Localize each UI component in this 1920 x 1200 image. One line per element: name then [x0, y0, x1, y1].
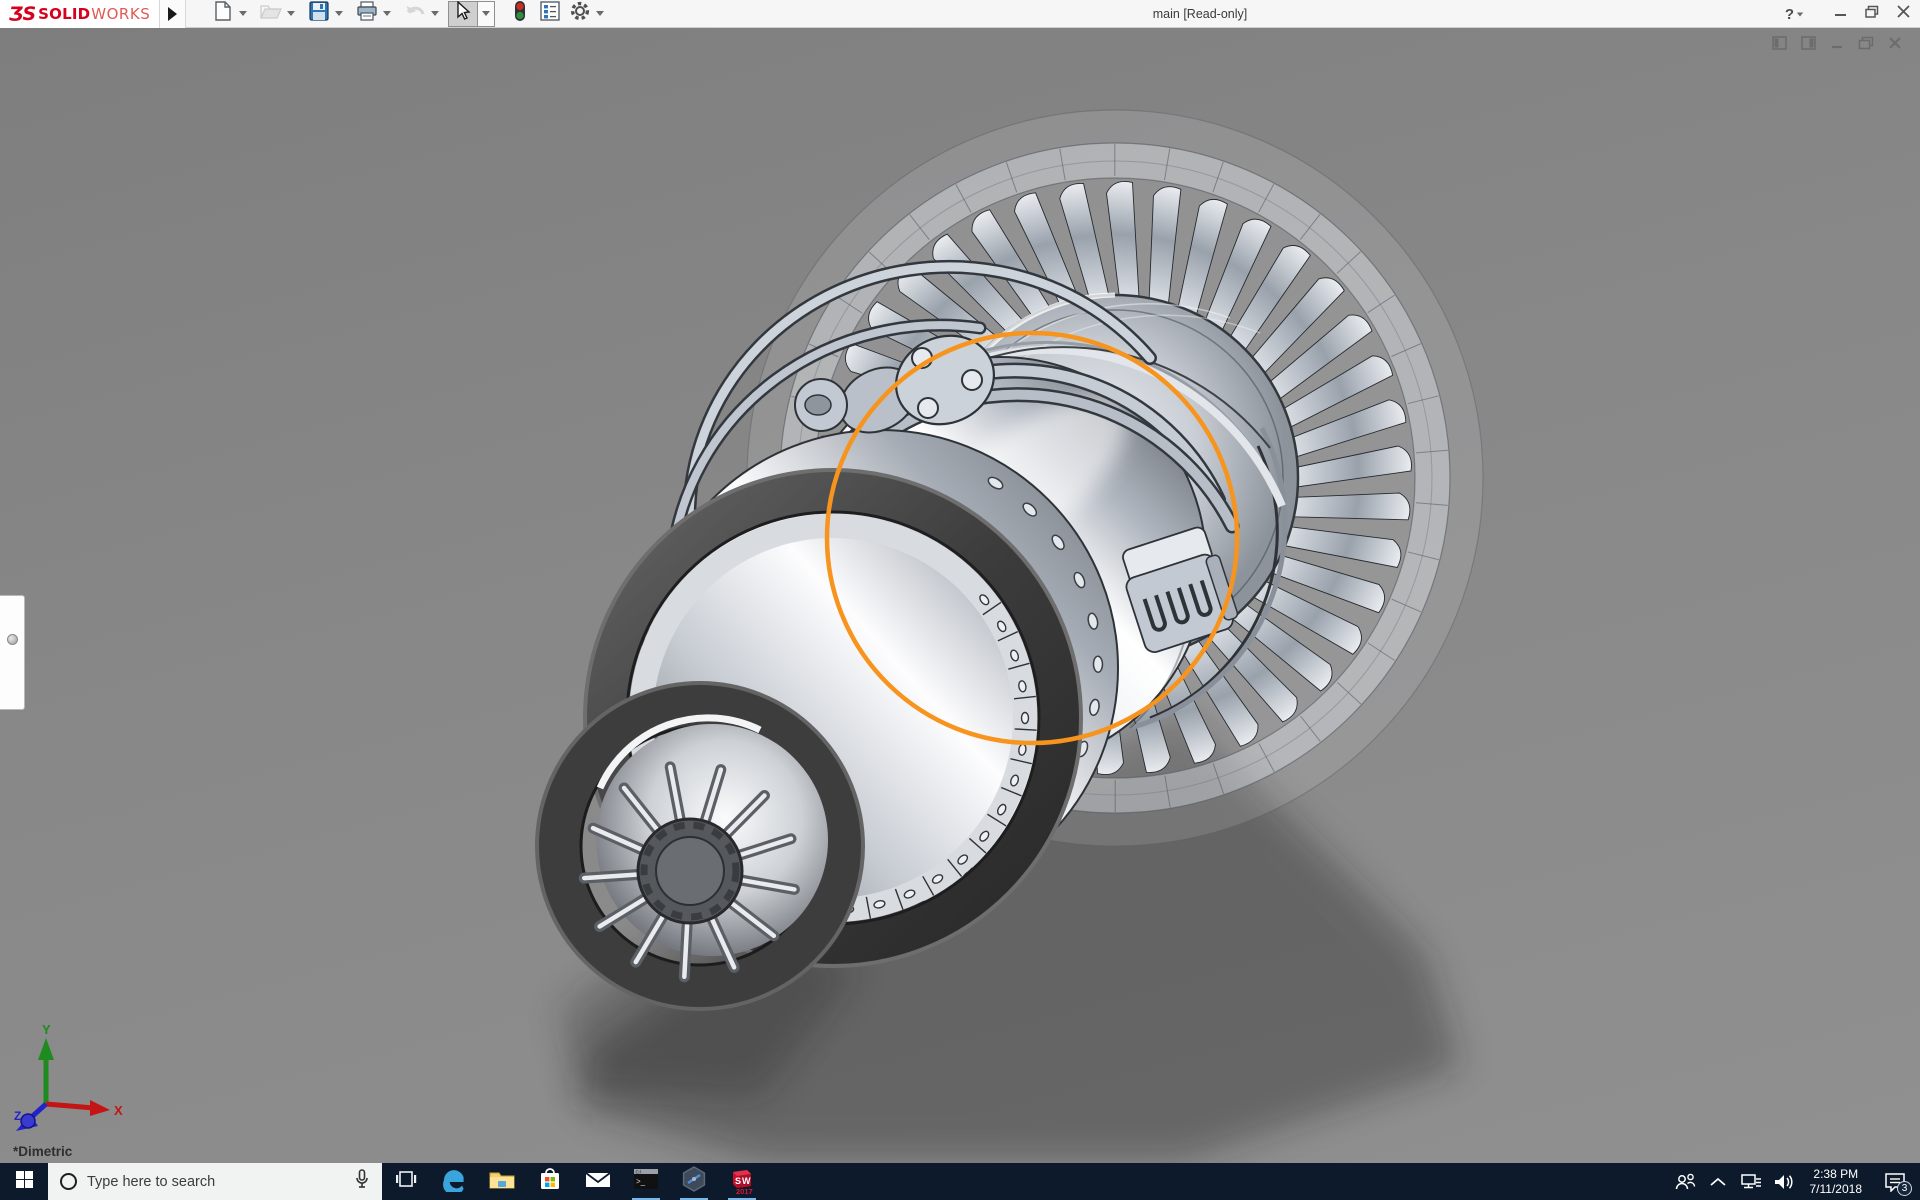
- windows-logo-icon: [16, 1171, 33, 1193]
- command-prompt-icon: C:\_ >_: [633, 1168, 659, 1195]
- svg-text:2017: 2017: [736, 1187, 753, 1195]
- engine-model-canvas[interactable]: [0, 28, 1920, 1163]
- store-button[interactable]: [526, 1163, 574, 1200]
- start-button[interactable]: [0, 1163, 48, 1200]
- svg-text:>_: >_: [636, 1177, 646, 1186]
- clock-date: 7/11/2018: [1810, 1182, 1863, 1197]
- save-button[interactable]: [304, 1, 334, 27]
- save-caret-icon[interactable]: [335, 11, 343, 16]
- main-toolbar: [208, 0, 613, 28]
- dock-left-button[interactable]: [1772, 36, 1787, 55]
- flyout-arrow-icon: [168, 7, 177, 21]
- minimize-button[interactable]: [1834, 5, 1847, 23]
- network-button[interactable]: [1738, 1163, 1765, 1200]
- search-placeholder: Type here to search: [87, 1174, 354, 1190]
- help-caret-icon: [1797, 12, 1803, 16]
- undo-caret-icon[interactable]: [431, 11, 439, 16]
- taskbar-clock[interactable]: 2:38 PM 7/11/2018: [1804, 1167, 1869, 1197]
- print-caret-icon[interactable]: [383, 11, 391, 16]
- select-tool-button[interactable]: [448, 1, 478, 27]
- print-icon: [356, 1, 378, 26]
- open-button[interactable]: [256, 1, 286, 27]
- doc-minimize-button[interactable]: [1830, 36, 1844, 55]
- stoplight-icon: [514, 0, 526, 27]
- new-document-button[interactable]: [208, 1, 238, 27]
- window-controls: [1834, 5, 1910, 23]
- restore-button[interactable]: [1865, 5, 1879, 23]
- triad-z-label: Z: [14, 1109, 21, 1123]
- solidworks-logo: ƷS SOLID WORKS: [0, 0, 160, 28]
- new-document-icon: [214, 1, 232, 26]
- close-button[interactable]: [1897, 5, 1910, 23]
- file-explorer-button[interactable]: [478, 1163, 526, 1200]
- graphics-viewport[interactable]: Y X Z *Dimetric: [0, 28, 1920, 1163]
- windows-taskbar: Type here to search C:\_ >_: [0, 1163, 1920, 1200]
- logo-works-text: WORKS: [91, 5, 150, 23]
- logo-solid-text: SOLID: [38, 5, 90, 23]
- triad-y-label: Y: [42, 1022, 51, 1037]
- undo-button[interactable]: [400, 1, 430, 27]
- edrawings-hexagon-icon: [681, 1166, 707, 1197]
- notification-badge: 3: [1897, 1181, 1912, 1196]
- new-caret-icon[interactable]: [239, 11, 247, 16]
- help-icon: ?: [1785, 6, 1794, 23]
- mail-icon: [585, 1169, 611, 1194]
- collapsed-panel-tab[interactable]: [0, 595, 25, 710]
- task-view-icon: [395, 1170, 417, 1193]
- help-button[interactable]: ?: [1785, 6, 1804, 23]
- select-arrow-icon: [455, 1, 471, 26]
- component-properties-icon: [540, 1, 560, 26]
- command-prompt-button[interactable]: C:\_ >_: [622, 1163, 670, 1200]
- edge-button[interactable]: [430, 1163, 478, 1200]
- titlebar-right: ?: [1785, 0, 1910, 28]
- settings-caret-icon[interactable]: [596, 11, 604, 16]
- open-caret-icon[interactable]: [287, 11, 295, 16]
- select-caret-button[interactable]: [478, 1, 495, 27]
- undo-icon: [404, 2, 426, 25]
- title-bar: ƷS SOLID WORKS: [0, 0, 1920, 28]
- edge-icon: [441, 1166, 467, 1197]
- file-explorer-icon: [489, 1168, 515, 1195]
- dassault-logo-mark: ƷS: [9, 3, 35, 25]
- solidworks-app-icon: SW2017: [729, 1168, 755, 1195]
- edrawings-button[interactable]: [670, 1163, 718, 1200]
- orientation-triad: Y X Z: [6, 1022, 126, 1137]
- cortana-icon: [60, 1173, 77, 1190]
- triad-x-label: X: [114, 1103, 123, 1118]
- select-caret-icon: [482, 11, 490, 16]
- component-properties-button[interactable]: [535, 1, 565, 27]
- doc-close-button[interactable]: [1888, 36, 1902, 55]
- stoplight-button[interactable]: [505, 1, 535, 27]
- doc-restore-button[interactable]: [1858, 36, 1874, 55]
- volume-button[interactable]: [1771, 1163, 1798, 1200]
- lug-bracket: [795, 379, 847, 431]
- save-icon: [309, 1, 329, 26]
- system-tray: 2:38 PM 7/11/2018 3: [1672, 1163, 1920, 1200]
- print-button[interactable]: [352, 1, 382, 27]
- dock-right-button[interactable]: [1801, 36, 1816, 55]
- toolbar-flyout-button[interactable]: [160, 0, 186, 28]
- store-icon: [538, 1167, 562, 1196]
- taskbar-spacer: [766, 1163, 1672, 1200]
- microphone-icon[interactable]: [354, 1169, 370, 1194]
- open-icon: [260, 2, 282, 25]
- settings-gear-icon: [569, 0, 591, 27]
- document-title: main [Read-only]: [1100, 0, 1300, 28]
- panel-tab-icon: [7, 634, 18, 645]
- people-button[interactable]: [1672, 1163, 1699, 1200]
- svg-text:SW: SW: [735, 1176, 752, 1186]
- svg-text:C:\_: C:\_: [636, 1169, 645, 1174]
- task-view-button[interactable]: [382, 1163, 430, 1200]
- clock-time: 2:38 PM: [1810, 1167, 1863, 1182]
- settings-button[interactable]: [565, 1, 595, 27]
- action-center-button[interactable]: 3: [1874, 1163, 1916, 1200]
- solidworks-button[interactable]: SW2017: [718, 1163, 766, 1200]
- document-window-controls: [1772, 36, 1902, 55]
- view-orientation-label: *Dimetric: [13, 1144, 72, 1159]
- tray-chevron-up-button[interactable]: [1705, 1163, 1732, 1200]
- mail-button[interactable]: [574, 1163, 622, 1200]
- taskbar-search[interactable]: Type here to search: [48, 1163, 382, 1200]
